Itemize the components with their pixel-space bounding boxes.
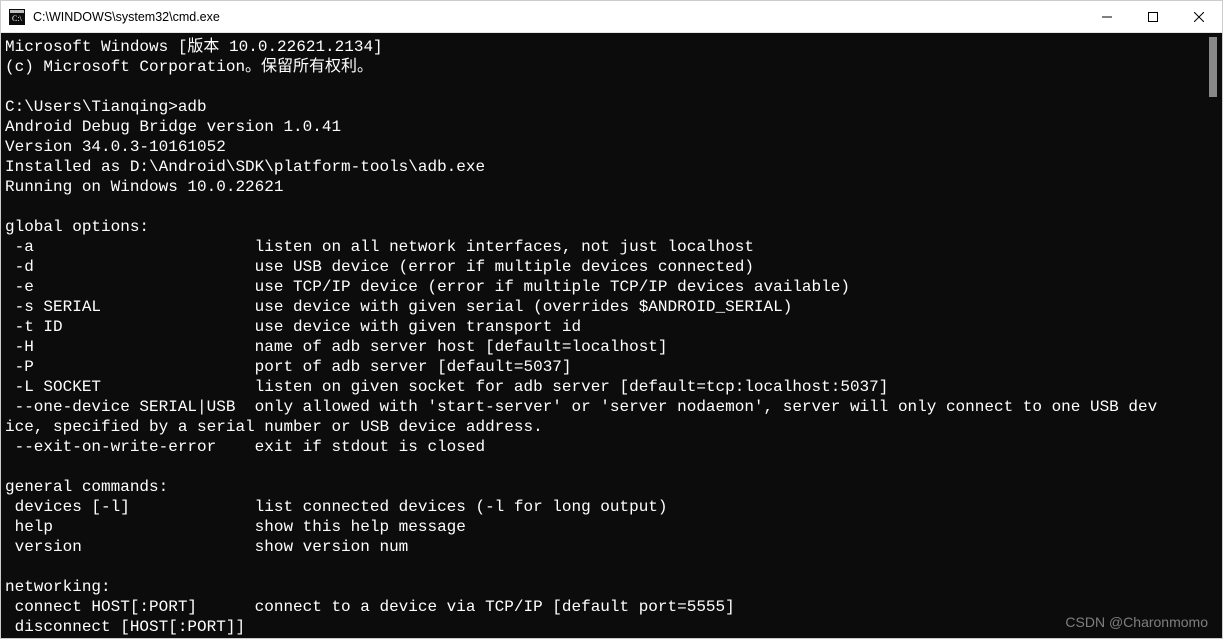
scrollbar-thumb[interactable] — [1209, 37, 1217, 97]
terminal-line: networking: — [5, 578, 111, 596]
minimize-button[interactable] — [1084, 1, 1130, 32]
watermark: CSDN @Charonmomo — [1065, 614, 1208, 630]
terminal-line: Android Debug Bridge version 1.0.41 — [5, 118, 341, 136]
terminal-line: (c) Microsoft Corporation。保留所有权利。 — [5, 58, 373, 76]
terminal-line: Running on Windows 10.0.22621 — [5, 178, 283, 196]
svg-text:C:\: C:\ — [12, 14, 23, 23]
terminal-line: devices [-l] list connected devices (-l … — [5, 498, 668, 516]
terminal-line: -P port of adb server [default=5037] — [5, 358, 572, 376]
scrollbar[interactable] — [1206, 37, 1220, 634]
terminal-line: -a listen on all network interfaces, not… — [5, 238, 754, 256]
terminal-line: --exit-on-write-error exit if stdout is … — [5, 438, 485, 456]
terminal-line: ice, specified by a serial number or USB… — [5, 418, 543, 436]
terminal-line: global options: — [5, 218, 149, 236]
terminal-line: -s SERIAL use device with given serial (… — [5, 298, 792, 316]
terminal-line: Microsoft Windows [版本 10.0.22621.2134] — [5, 38, 383, 56]
close-button[interactable] — [1176, 1, 1222, 32]
terminal-wrap: Microsoft Windows [版本 10.0.22621.2134] (… — [1, 33, 1222, 638]
terminal-line: -L SOCKET listen on given socket for adb… — [5, 378, 888, 396]
window: C:\ C:\WINDOWS\system32\cmd.exe Microsof… — [0, 0, 1223, 639]
terminal-line: version show version num — [5, 538, 408, 556]
terminal-line: -e use TCP/IP device (error if multiple … — [5, 278, 850, 296]
terminal-line: general commands: — [5, 478, 168, 496]
terminal-line: -H name of adb server host [default=loca… — [5, 338, 668, 356]
terminal-line: Installed as D:\Android\SDK\platform-too… — [5, 158, 485, 176]
terminal-line: disconnect [HOST[:PORT]] — [5, 618, 245, 636]
terminal-line: -t ID use device with given transport id — [5, 318, 581, 336]
cmd-icon: C:\ — [9, 9, 25, 25]
terminal-line: -d use USB device (error if multiple dev… — [5, 258, 754, 276]
terminal-line: C:\Users\Tianqing>adb — [5, 98, 207, 116]
terminal-line: Version 34.0.3-10161052 — [5, 138, 226, 156]
terminal-line: --one-device SERIAL|USB only allowed wit… — [5, 398, 1157, 416]
window-controls — [1084, 1, 1222, 32]
titlebar[interactable]: C:\ C:\WINDOWS\system32\cmd.exe — [1, 1, 1222, 33]
maximize-button[interactable] — [1130, 1, 1176, 32]
terminal[interactable]: Microsoft Windows [版本 10.0.22621.2134] (… — [1, 33, 1222, 638]
window-title: C:\WINDOWS\system32\cmd.exe — [33, 10, 220, 24]
terminal-line: connect HOST[:PORT] connect to a device … — [5, 598, 735, 616]
terminal-line: help show this help message — [5, 518, 466, 536]
